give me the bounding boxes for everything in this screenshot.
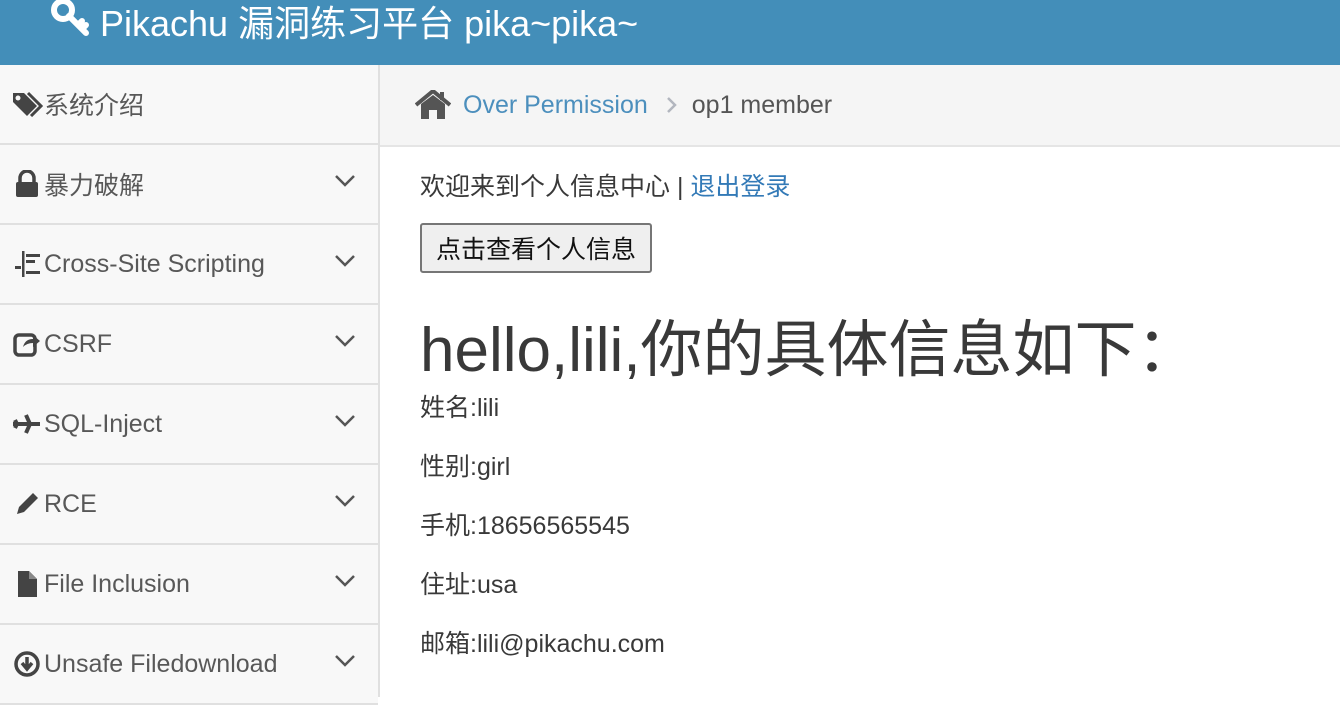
sidebar-item-label: File Inclusion	[44, 569, 190, 598]
profile-info: 姓名:lili 性别:girl 手机:18656565545 住址:usa 邮箱…	[420, 391, 1320, 686]
welcome-line: 欢迎来到个人信息中心 | 退出登录	[420, 167, 1320, 203]
info-address: 住址:usa	[420, 571, 518, 599]
view-profile-button[interactable]: 点击查看个人信息	[420, 223, 653, 273]
sidebar-item-label: 系统介绍	[44, 92, 145, 120]
chevron-down-icon	[334, 494, 356, 513]
sidebar-item-file-inclusion[interactable]: File Inclusion	[0, 545, 378, 625]
separator: |	[676, 173, 684, 201]
download-icon	[10, 650, 44, 678]
info-gender: 性别:girl	[420, 453, 511, 481]
sidebar-item-label: Cross-Site Scripting	[44, 249, 265, 278]
info-phone: 手机:18656565545	[420, 512, 630, 540]
sidebar-item-brute-force[interactable]: 暴力破解	[0, 145, 378, 225]
sidebar-item-sql-inject[interactable]: SQL-Inject	[0, 385, 378, 465]
tags-icon	[10, 91, 44, 117]
sidebar-item-unsafe-filedownload[interactable]: Unsafe Filedownload	[0, 625, 378, 705]
chevron-down-icon	[334, 174, 356, 193]
logout-link[interactable]: 退出登录	[690, 173, 790, 201]
sidebar-item-csrf[interactable]: CSRF	[0, 305, 378, 385]
info-name: 姓名:lili	[420, 394, 500, 422]
chevron-down-icon	[334, 414, 356, 433]
main-content: 欢迎来到个人信息中心 | 退出登录 点击查看个人信息 hello,lili,你的…	[420, 147, 1320, 686]
chevron-down-icon	[334, 574, 356, 593]
sidebar: 系统介绍 暴力破解 Cross-Site Scripting CSRF SQL-…	[0, 65, 380, 705]
brand-title: Pikachu 漏洞练习平台 pika~pika~	[100, 3, 639, 44]
key-icon	[50, 0, 100, 46]
share-icon	[10, 331, 44, 357]
brand-link[interactable]: Pikachu 漏洞练习平台 pika~pika~	[50, 0, 638, 44]
sidebar-item-label: Unsafe Filedownload	[44, 649, 278, 678]
sidebar-item-label: SQL-Inject	[44, 409, 163, 438]
pencil-icon	[10, 491, 44, 517]
plane-icon	[10, 413, 44, 435]
breadcrumb-link-over-permission[interactable]: Over Permission	[463, 91, 648, 120]
info-email: 邮箱:lili@pikachu.com	[420, 630, 665, 658]
chevron-down-icon	[334, 654, 356, 673]
sidebar-item-label: RCE	[44, 489, 97, 518]
greeting-heading: hello,lili,你的具体信息如下：	[420, 316, 1199, 385]
sidebar-item-intro[interactable]: 系统介绍	[0, 65, 378, 145]
breadcrumb-current: op1 member	[691, 90, 833, 119]
lock-icon	[10, 170, 44, 198]
file-icon	[10, 570, 44, 598]
align-icon	[10, 251, 44, 277]
home-icon[interactable]	[415, 90, 451, 120]
sidebar-item-label: CSRF	[44, 329, 113, 358]
welcome-text: 欢迎来到个人信息中心	[420, 173, 671, 201]
chevron-right-icon	[666, 96, 678, 114]
sidebar-item-rce[interactable]: RCE	[0, 465, 378, 545]
navbar: Pikachu 漏洞练习平台 pika~pika~	[0, 0, 1340, 65]
chevron-down-icon	[334, 334, 356, 353]
sidebar-item-xss[interactable]: Cross-Site Scripting	[0, 225, 378, 305]
sidebar-item-label: 暴力破解	[44, 172, 145, 200]
chevron-down-icon	[334, 254, 356, 273]
breadcrumb: Over Permission op1 member	[380, 65, 1340, 147]
